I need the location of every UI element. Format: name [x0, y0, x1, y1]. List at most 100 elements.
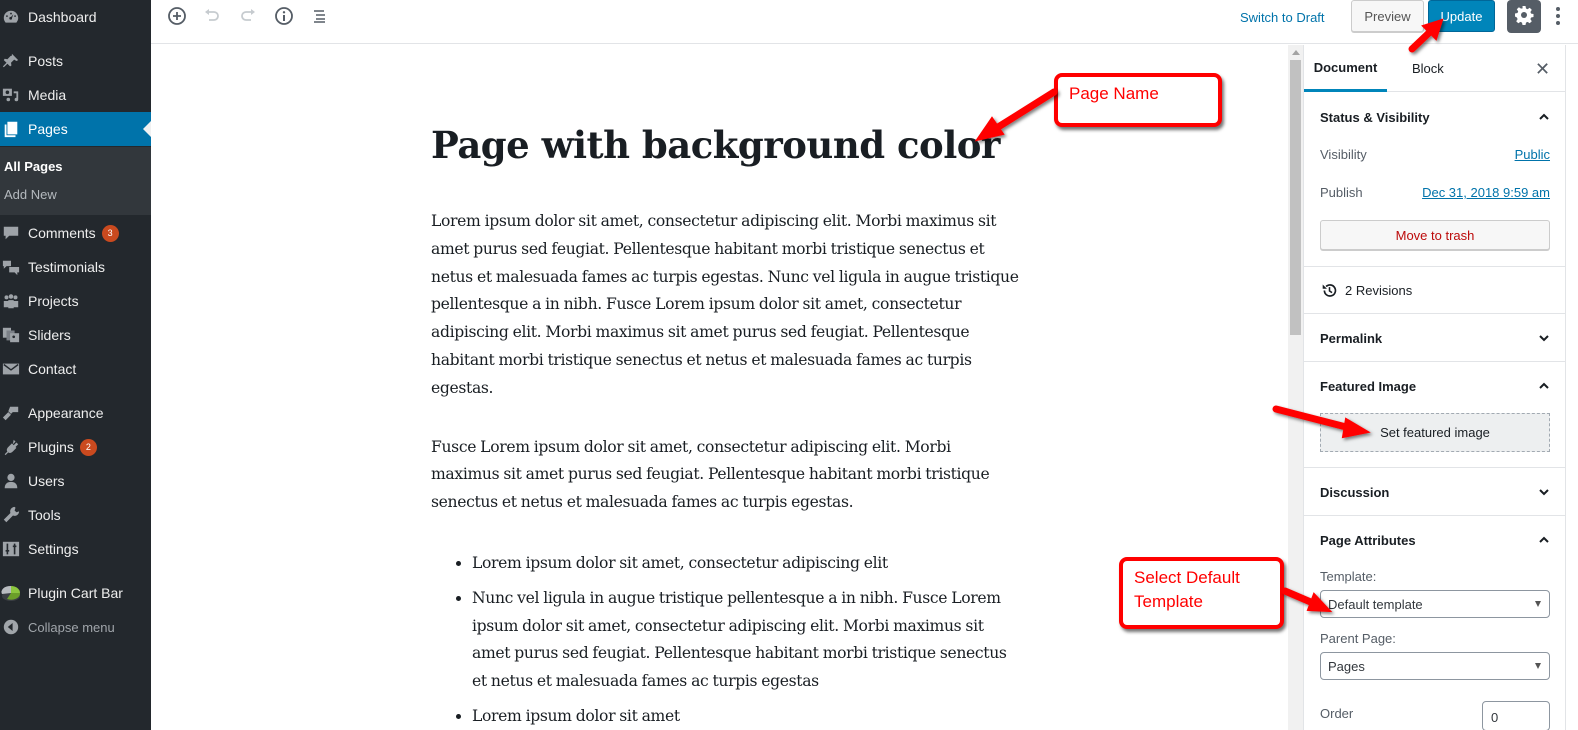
visibility-label: Visibility — [1320, 147, 1367, 162]
chevron-up-icon[interactable] — [1538, 111, 1550, 123]
template-select-value: Default template — [1328, 596, 1423, 612]
sidebar-item-sliders[interactable]: Sliders — [0, 318, 151, 352]
editor-toolbar: Switch to Draft Preview Update — [151, 0, 1578, 44]
template-select[interactable]: Default template — [1320, 590, 1550, 618]
editor-canvas: Page with background color Lorem ipsum d… — [151, 45, 1288, 730]
panel-title[interactable]: Page Attributes — [1320, 533, 1416, 548]
sidebar-item-media[interactable]: Media — [0, 78, 151, 112]
revisions-label[interactable]: 2 Revisions — [1345, 283, 1412, 298]
sidebar-item-plugins[interactable]: Plugins 2 — [0, 430, 151, 464]
settings-sidebar: Document Block ✕ Status & Visibility Vis… — [1303, 45, 1566, 730]
mail-icon — [1, 359, 21, 379]
panel-title[interactable]: Permalink — [1320, 331, 1382, 346]
sidebar-item-label: Pages — [28, 121, 68, 137]
submenu-all-pages[interactable]: All Pages — [4, 159, 63, 174]
annotation-select-template: Select Default Template — [1119, 557, 1284, 629]
settings-tabs: Document Block ✕ — [1304, 45, 1566, 92]
testimonials-icon — [1, 257, 21, 277]
content-info-button[interactable] — [271, 5, 297, 31]
sidebar-item-label: Contact — [28, 361, 77, 377]
undo-icon — [202, 6, 222, 30]
pie-chart-icon — [1, 583, 21, 603]
editor-scrollbar[interactable] — [1288, 45, 1303, 730]
list-item: Nunc vel ligula in augue tristique pelle… — [472, 585, 1021, 696]
sidebar-item-tools[interactable]: Tools — [0, 498, 151, 532]
sidebar-item-appearance[interactable]: Appearance — [0, 396, 151, 430]
redo-icon — [238, 6, 258, 30]
undo-button[interactable] — [199, 5, 225, 31]
preview-button[interactable]: Preview — [1351, 0, 1424, 32]
scroll-up-arrow-icon[interactable] — [1292, 50, 1300, 55]
list-block[interactable]: Lorem ipsum dolor sit amet, consectetur … — [431, 550, 1021, 730]
sidebar-item-posts[interactable]: Posts — [0, 44, 151, 78]
sidebar-item-label: Comments — [28, 225, 96, 241]
settings-sliders-icon — [1, 539, 21, 559]
update-button[interactable]: Update — [1428, 0, 1495, 32]
chevron-up-icon[interactable] — [1538, 380, 1550, 392]
featured-image-panel: Featured Image Set featured image — [1304, 362, 1566, 468]
scrollbar-thumb[interactable] — [1290, 60, 1301, 335]
sidebar-item-label: Plugin Cart Bar — [28, 585, 123, 601]
sidebar-item-label: Users — [28, 473, 65, 489]
pages-icon — [1, 119, 21, 139]
plugins-update-badge: 2 — [79, 438, 97, 456]
add-block-button[interactable] — [164, 5, 190, 31]
parent-page-select[interactable]: Pages — [1320, 652, 1550, 680]
sidebar-item-pages[interactable]: Pages — [0, 112, 151, 146]
comment-icon — [1, 223, 21, 243]
list-icon — [310, 6, 330, 30]
set-featured-image-button[interactable]: Set featured image — [1320, 413, 1550, 452]
sidebar-item-label: Dashboard — [28, 9, 97, 25]
close-icon[interactable]: ✕ — [1535, 59, 1550, 80]
more-menu-button[interactable] — [1549, 2, 1567, 30]
sidebar-item-testimonials[interactable]: Testimonials — [0, 250, 151, 284]
sidebar-item-label: Media — [28, 87, 67, 103]
annotation-text: Template — [1134, 592, 1203, 611]
dropdown-caret-icon — [1535, 663, 1541, 669]
plus-circle-icon — [167, 6, 187, 30]
pages-submenu: All Pages Add New — [0, 147, 151, 215]
permalink-panel: Permalink — [1304, 314, 1566, 362]
more-vertical-icon — [1556, 7, 1560, 11]
settings-toggle-button[interactable] — [1507, 0, 1541, 33]
paragraph-block[interactable]: Fusce Lorem ipsum dolor sit amet, consec… — [431, 434, 1021, 517]
move-to-trash-button[interactable]: Move to trash — [1320, 220, 1550, 250]
collapse-menu-label: Collapse menu — [28, 619, 115, 635]
tab-document[interactable]: Document — [1304, 45, 1387, 92]
switch-to-draft-button[interactable]: Switch to Draft — [1240, 8, 1325, 27]
submenu-add-new[interactable]: Add New — [4, 187, 57, 202]
sidebar-item-comments[interactable]: Comments 3 — [0, 216, 151, 250]
parent-page-select-value: Pages — [1328, 658, 1365, 674]
sidebar-item-projects[interactable]: Projects — [0, 284, 151, 318]
media-icon — [1, 85, 21, 105]
collapse-menu-button[interactable]: Collapse menu — [0, 610, 151, 644]
sidebar-item-dashboard[interactable]: Dashboard — [0, 0, 151, 34]
tab-block[interactable]: Block — [1412, 45, 1444, 92]
settings-scrollbar[interactable] — [1565, 45, 1578, 730]
discussion-panel: Discussion — [1304, 468, 1566, 516]
page-attributes-panel: Page Attributes Template: Default templa… — [1304, 516, 1566, 730]
sidebar-item-label: Projects — [28, 293, 79, 309]
order-input[interactable]: 0 — [1482, 701, 1550, 730]
chevron-down-icon[interactable] — [1538, 332, 1550, 344]
sidebar-item-plugin-cart-bar[interactable]: Plugin Cart Bar — [0, 576, 151, 610]
panel-title[interactable]: Status & Visibility — [1320, 110, 1430, 125]
paragraph-block[interactable]: Lorem ipsum dolor sit amet, consectetur … — [431, 208, 1021, 403]
plugin-icon — [1, 437, 21, 457]
visibility-link[interactable]: Public — [1515, 147, 1550, 162]
chevron-down-icon[interactable] — [1538, 486, 1550, 498]
redo-button[interactable] — [235, 5, 261, 31]
panel-title[interactable]: Featured Image — [1320, 379, 1416, 394]
block-navigation-button[interactable] — [307, 5, 333, 31]
panel-title[interactable]: Discussion — [1320, 485, 1389, 500]
sidebar-item-users[interactable]: Users — [0, 464, 151, 498]
chevron-up-icon[interactable] — [1538, 534, 1550, 546]
revisions-panel[interactable]: 2 Revisions — [1304, 267, 1566, 314]
post-title[interactable]: Page with background color — [431, 123, 1000, 167]
gear-icon — [1514, 5, 1534, 29]
sidebar-item-settings[interactable]: Settings — [0, 532, 151, 566]
list-item: Lorem ipsum dolor sit amet — [472, 703, 1021, 730]
publish-date-link[interactable]: Dec 31, 2018 9:59 am — [1422, 185, 1550, 200]
history-icon — [1322, 284, 1337, 297]
sidebar-item-contact[interactable]: Contact — [0, 352, 151, 386]
